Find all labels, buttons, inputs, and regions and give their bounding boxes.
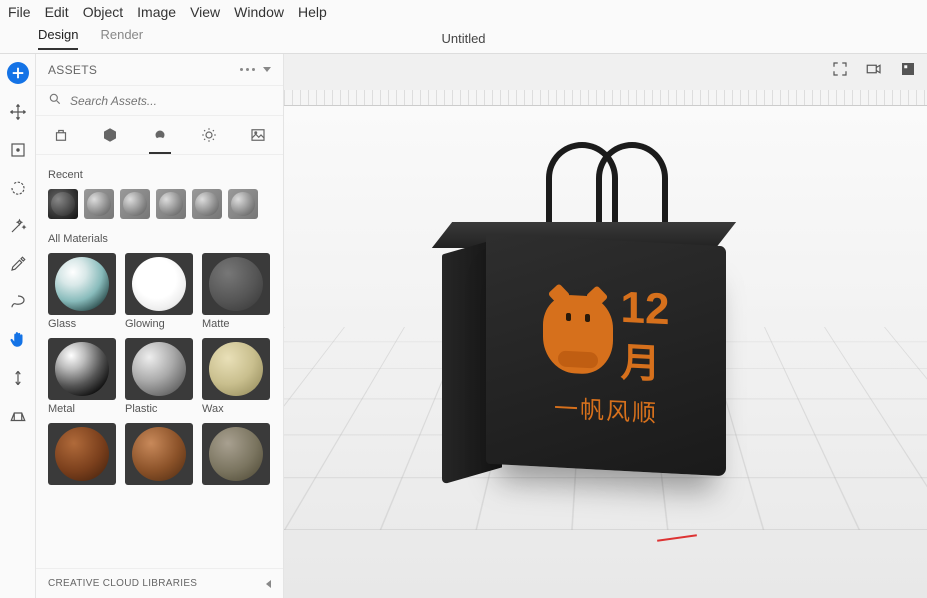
- material-label: Plastic: [125, 403, 194, 415]
- menu-object[interactable]: Object: [83, 4, 123, 20]
- assets-panel-collapse-icon[interactable]: [263, 67, 271, 72]
- all-materials-label: All Materials: [48, 233, 271, 245]
- material-label: Glass: [48, 318, 117, 330]
- assets-tab-lights-icon[interactable]: [151, 126, 169, 144]
- menu-edit[interactable]: Edit: [45, 4, 69, 20]
- selection-tool-icon[interactable]: [8, 140, 28, 160]
- assets-panel: ASSETS Recent: [36, 54, 284, 598]
- recent-material-thumb[interactable]: [48, 189, 78, 219]
- recent-material-thumb[interactable]: [192, 189, 222, 219]
- recent-label: Recent: [48, 169, 271, 181]
- horizontal-ruler: [284, 90, 927, 106]
- material-item[interactable]: Glass: [48, 253, 117, 330]
- assets-panel-menu-icon[interactable]: [240, 68, 255, 71]
- material-label: Metal: [48, 403, 117, 415]
- material-label: Matte: [202, 318, 271, 330]
- assets-tab-environments-icon[interactable]: [200, 126, 218, 144]
- hand-tool-icon[interactable]: [8, 330, 28, 350]
- menu-window[interactable]: Window: [234, 4, 284, 20]
- cc-libraries-label[interactable]: CREATIVE CLOUD LIBRARIES: [48, 578, 197, 589]
- menu-bar: File Edit Object Image View Window Help: [0, 0, 927, 24]
- camera-bookmark-icon[interactable]: [865, 60, 883, 78]
- recent-material-thumb[interactable]: [120, 189, 150, 219]
- mode-tab-bar: Design Render Untitled: [0, 24, 927, 54]
- assets-tab-materials-icon[interactable]: [101, 126, 119, 144]
- menu-file[interactable]: File: [8, 4, 31, 20]
- material-label: Wax: [202, 403, 271, 415]
- undo-tool-icon[interactable]: [8, 178, 28, 198]
- lasso-tool-icon[interactable]: [8, 292, 28, 312]
- material-item[interactable]: Metal: [48, 338, 117, 415]
- magic-wand-tool-icon[interactable]: [8, 216, 28, 236]
- document-title: Untitled: [441, 31, 485, 46]
- cat-graphic: [542, 293, 612, 375]
- add-button[interactable]: [7, 62, 29, 84]
- tab-render[interactable]: Render: [100, 27, 143, 50]
- bag-month: 月: [620, 330, 669, 391]
- eyedropper-tool-icon[interactable]: [8, 254, 28, 274]
- menu-image[interactable]: Image: [137, 4, 176, 20]
- menu-view[interactable]: View: [190, 4, 220, 20]
- recent-materials-row: [48, 189, 271, 219]
- material-item[interactable]: [202, 423, 271, 488]
- material-item[interactable]: Wax: [202, 338, 271, 415]
- material-item[interactable]: Matte: [202, 253, 271, 330]
- cc-libraries-expand-icon[interactable]: [266, 580, 271, 588]
- assets-search-input[interactable]: [70, 94, 271, 108]
- left-tool-column: [0, 54, 36, 598]
- menu-help[interactable]: Help: [298, 4, 327, 20]
- bag-text: 一帆风顺: [554, 388, 658, 428]
- material-item[interactable]: [48, 423, 117, 488]
- tab-design[interactable]: Design: [38, 27, 78, 50]
- search-icon: [48, 92, 62, 109]
- assets-panel-title: ASSETS: [48, 63, 97, 77]
- material-item[interactable]: Glowing: [125, 253, 194, 330]
- recent-material-thumb[interactable]: [156, 189, 186, 219]
- recent-material-thumb[interactable]: [228, 189, 258, 219]
- render-settings-icon[interactable]: [899, 60, 917, 78]
- canvas-3d[interactable]: 12 月 一帆风顺: [284, 106, 927, 598]
- shopping-bag-model[interactable]: 12 月 一帆风顺: [486, 240, 726, 470]
- material-label: Glowing: [125, 318, 194, 330]
- move-tool-icon[interactable]: [8, 102, 28, 122]
- fullscreen-icon[interactable]: [831, 60, 849, 78]
- recent-material-thumb[interactable]: [84, 189, 114, 219]
- axis-indicator: [657, 534, 697, 542]
- assets-tab-models-icon[interactable]: [52, 126, 70, 144]
- assets-tab-images-icon[interactable]: [249, 126, 267, 144]
- vertical-move-tool-icon[interactable]: [8, 368, 28, 388]
- viewport[interactable]: 12 月 一帆风顺: [284, 54, 927, 598]
- material-item[interactable]: [125, 423, 194, 488]
- material-item[interactable]: Plastic: [125, 338, 194, 415]
- bag-number: 12: [620, 286, 669, 333]
- perspective-tool-icon[interactable]: [8, 406, 28, 426]
